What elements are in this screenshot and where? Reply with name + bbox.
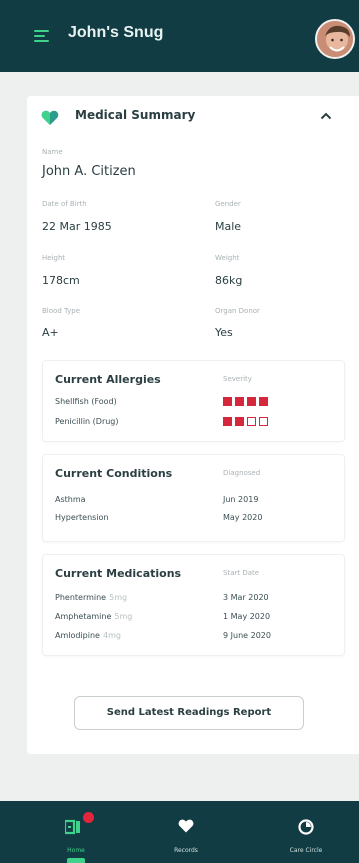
weight-value: 86kg	[215, 274, 243, 287]
medical-summary-card: Medical Summary Name John A. Citizen Dat…	[27, 96, 359, 754]
severity-box	[247, 397, 256, 406]
condition-name: Hypertension	[55, 513, 109, 522]
nav-home[interactable]: Home	[40, 801, 112, 863]
conditions-section: Current Conditions Diagnosed Asthma Jun …	[42, 454, 345, 542]
allergies-section: Current Allergies Severity Shellfish (Fo…	[42, 360, 345, 442]
medications-section: Current Medications Start Date Phentermi…	[42, 554, 345, 656]
nav-care-circle-label: Care Circle	[289, 847, 323, 854]
avatar-image	[317, 21, 353, 57]
heart-icon	[178, 819, 194, 833]
bottom-navigation: Home Records Care Circle	[0, 801, 359, 863]
dob-value: 22 Mar 1985	[42, 220, 112, 233]
start-date-column-label: Start Date	[223, 569, 260, 577]
condition-date: May 2020	[223, 513, 263, 522]
user-avatar[interactable]	[315, 19, 355, 59]
app-title: John's Snug	[68, 24, 164, 41]
nav-records-label: Records	[174, 847, 198, 854]
allergies-title: Current Allergies	[55, 373, 161, 386]
nav-records[interactable]: Records	[156, 801, 216, 863]
medication-label: Amphetamine	[55, 612, 112, 621]
diagnosed-column-label: Diagnosed	[223, 469, 261, 477]
severity-box	[223, 417, 232, 426]
chevron-up-icon[interactable]	[320, 112, 332, 120]
severity-indicator	[223, 417, 268, 426]
severity-column-label: Severity	[223, 375, 252, 383]
active-tab-indicator	[67, 858, 85, 863]
gender-value: Male	[215, 220, 242, 233]
blood-type-label: Blood Type	[42, 307, 81, 315]
severity-box	[259, 417, 268, 426]
condition-date: Jun 2019	[223, 495, 259, 504]
medication-start-date: 9 June 2020	[223, 631, 271, 640]
nav-home-label: Home	[67, 847, 85, 854]
medical-summary-header[interactable]: Medical Summary	[27, 96, 359, 141]
allergy-name: Penicillin (Drug)	[55, 417, 119, 426]
care-circle-icon	[298, 819, 314, 835]
medication-dose: 5mg	[114, 612, 133, 621]
notification-badge	[83, 812, 94, 823]
blood-type-value: A+	[42, 326, 59, 339]
organ-donor-label: Organ Donor	[215, 307, 260, 315]
top-app-bar: John's Snug	[0, 0, 359, 72]
heart-icon	[41, 110, 59, 125]
name-label: Name	[42, 148, 63, 156]
severity-box	[235, 397, 244, 406]
medication-label: Amlodipine	[55, 631, 100, 640]
condition-name: Asthma	[55, 495, 86, 504]
conditions-title: Current Conditions	[55, 467, 173, 480]
severity-box	[223, 397, 232, 406]
height-label: Height	[42, 254, 66, 262]
hamburger-menu-icon[interactable]	[34, 30, 49, 43]
medication-name: Amlodipine 4mg	[55, 631, 121, 640]
medication-dose: 4mg	[102, 631, 121, 640]
severity-box	[259, 397, 268, 406]
medication-start-date: 1 May 2020	[223, 612, 271, 621]
severity-indicator	[223, 397, 268, 406]
nav-care-circle[interactable]: Care Circle	[272, 801, 340, 863]
medical-summary-title: Medical Summary	[75, 108, 196, 122]
medication-start-date: 3 Mar 2020	[223, 593, 269, 602]
medication-name: Amphetamine 5mg	[55, 612, 132, 621]
severity-box	[235, 417, 244, 426]
medication-label: Phentermine	[55, 593, 107, 602]
dob-label: Date of Birth	[42, 200, 87, 208]
medication-name: Phentermine 5mg	[55, 593, 127, 602]
gender-label: Gender	[215, 200, 241, 208]
allergy-name: Shellfish (Food)	[55, 397, 117, 406]
name-value: John A. Citizen	[42, 164, 136, 179]
weight-label: Weight	[215, 254, 240, 262]
organ-donor-value: Yes	[215, 326, 233, 339]
severity-box	[247, 417, 256, 426]
height-value: 178cm	[42, 274, 80, 287]
medication-dose: 5mg	[109, 593, 128, 602]
send-report-button[interactable]: Send Latest Readings Report	[74, 696, 304, 730]
medications-title: Current Medications	[55, 567, 182, 580]
